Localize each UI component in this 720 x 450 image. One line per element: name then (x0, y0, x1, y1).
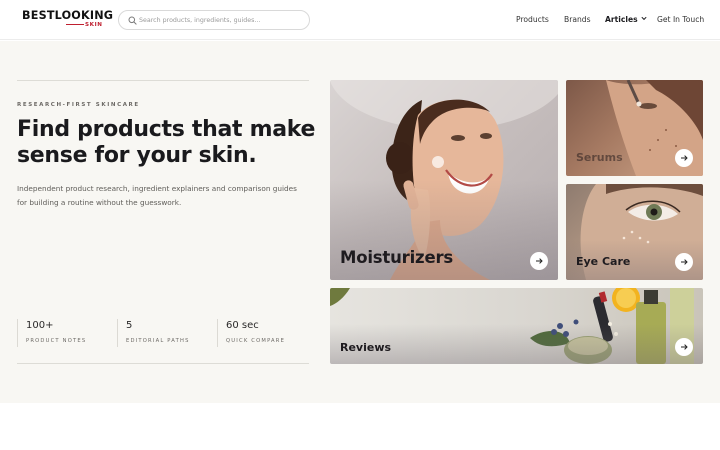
divider (17, 363, 309, 364)
nav-articles[interactable]: Articles (605, 14, 647, 25)
stat-editorial-paths: 5 EDITORIAL PATHS (117, 319, 217, 347)
hero-description: Independent product research, ingredient… (17, 184, 297, 207)
stat-quick-compare: 60 sec QUICK COMPARE (217, 319, 317, 347)
category-card-serums[interactable]: Serums (566, 80, 703, 176)
search-bar[interactable] (118, 10, 310, 30)
hero-headline-line-2: sense for your skin. (17, 143, 257, 168)
divider (17, 80, 309, 81)
category-card-reviews[interactable]: Reviews (330, 288, 703, 364)
nav-products[interactable]: Products (516, 14, 549, 25)
category-card-eye-care[interactable]: Eye Care (566, 184, 703, 280)
card-arrow-button[interactable] (675, 149, 693, 167)
card-arrow-button[interactable] (675, 253, 693, 271)
stat-value: 5 (126, 320, 133, 331)
card-title: Serums (576, 151, 623, 164)
stat-value: 60 sec (226, 320, 259, 331)
nav-articles-label: Articles (605, 15, 638, 24)
arrow-right-icon (681, 344, 688, 350)
category-card-moisturizers[interactable]: Moisturizers (330, 80, 558, 280)
search-input[interactable] (139, 13, 304, 28)
site-header: BESTLOOKING SKIN Products Brands Article… (0, 0, 720, 40)
logo-subtitle: SKIN (84, 21, 103, 29)
arrow-right-icon (681, 155, 688, 161)
card-arrow-button[interactable] (675, 338, 693, 356)
hero-eyebrow: RESEARCH-FIRST SKINCARE (17, 102, 140, 108)
arrow-right-icon (536, 258, 543, 264)
arrow-right-icon (681, 259, 688, 265)
nav-brands[interactable]: Brands (564, 14, 591, 25)
stat-value: 100+ (26, 320, 54, 331)
card-title: Eye Care (576, 255, 631, 268)
card-title: Reviews (340, 341, 392, 354)
card-title: Moisturizers (340, 248, 454, 267)
stat-label: QUICK COMPARE (226, 338, 286, 344)
stat-label: PRODUCT NOTES (26, 338, 87, 344)
chevron-down-icon (641, 16, 647, 21)
hero-headline-line-1: Find products that make (17, 117, 316, 142)
stat-label: EDITORIAL PATHS (126, 338, 190, 344)
site-logo[interactable]: BESTLOOKING SKIN (22, 9, 113, 31)
stat-product-notes: 100+ PRODUCT NOTES (17, 319, 117, 347)
card-arrow-button[interactable] (530, 252, 548, 270)
hero-stats: 100+ PRODUCT NOTES 5 EDITORIAL PATHS 60 … (17, 319, 309, 347)
nav-get-in-touch[interactable]: Get In Touch (657, 14, 704, 25)
hero-headline: Find products that make sense for your s… (17, 117, 317, 169)
search-icon (128, 16, 137, 25)
